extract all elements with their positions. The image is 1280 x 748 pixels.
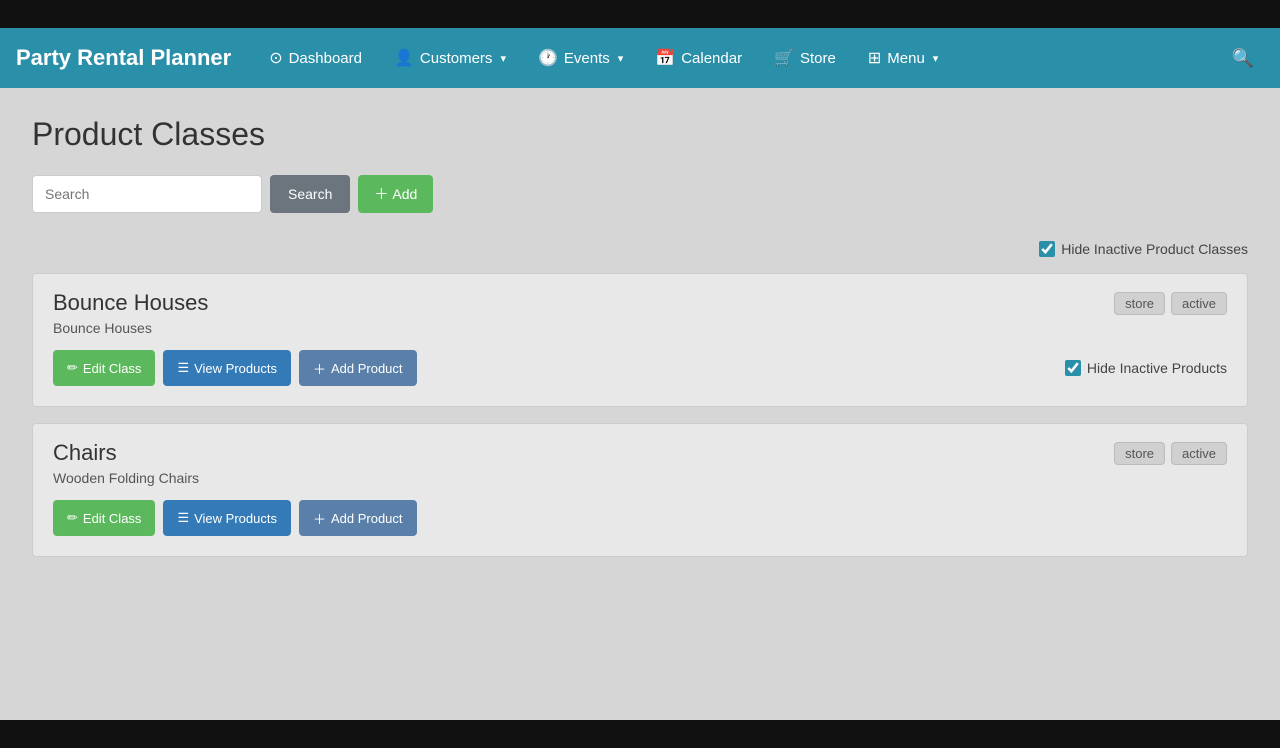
hide-inactive-classes-checkbox[interactable] <box>1039 241 1055 257</box>
nav-label-customers: Customers <box>420 50 493 67</box>
edit-label-chairs: Edit Class <box>83 511 142 526</box>
nav-label-menu: Menu <box>887 50 925 67</box>
badge-store-chairs: store <box>1114 442 1165 465</box>
product-class-card-chairs: Chairs store active Wooden Folding Chair… <box>32 423 1248 557</box>
search-bar: Search ＋ Add <box>32 175 1248 213</box>
store-icon: 🛒 <box>774 48 794 68</box>
edit-icon-chairs: ✏ <box>67 510 78 526</box>
top-bar <box>0 0 1280 28</box>
class-actions-bounce-houses: ✏ Edit Class ☰ View Products ＋ Add Produ… <box>53 350 1227 386</box>
menu-icon: ⊞ <box>868 48 881 68</box>
events-chevron-icon: ▾ <box>618 52 624 65</box>
class-header-chairs: Chairs store active <box>53 440 1227 466</box>
view-label: View Products <box>194 361 277 376</box>
nav-item-store[interactable]: 🛒 Store <box>760 40 850 76</box>
class-name-chairs: Chairs <box>53 440 117 466</box>
hide-inactive-classes-text: Hide Inactive Product Classes <box>1061 241 1248 257</box>
list-icon: ☰ <box>177 360 189 376</box>
product-class-card-bounce-houses: Bounce Houses store active Bounce Houses… <box>32 273 1248 407</box>
hide-inactive-products-checkbox-bounce-houses[interactable] <box>1065 360 1081 376</box>
customers-icon: 👤 <box>394 48 414 68</box>
bottom-bar <box>0 720 1280 748</box>
class-actions-chairs: ✏ Edit Class ☰ View Products ＋ Add Produ… <box>53 500 1227 536</box>
add-button[interactable]: ＋ Add <box>358 175 433 213</box>
search-nav-button[interactable]: 🔍 <box>1222 40 1264 77</box>
events-icon: 🕐 <box>538 48 558 68</box>
plus-icon: ＋ <box>374 184 388 204</box>
class-header-bounce-houses: Bounce Houses store active <box>53 290 1227 316</box>
nav-item-menu[interactable]: ⊞ Menu ▾ <box>854 40 952 76</box>
nav-item-customers[interactable]: 👤 Customers ▾ <box>380 40 520 76</box>
edit-icon: ✏ <box>67 360 78 376</box>
calendar-icon: 📅 <box>655 48 675 68</box>
class-badges-bounce-houses: store active <box>1114 292 1227 315</box>
class-desc-bounce-houses: Bounce Houses <box>53 320 1227 336</box>
dashboard-icon: ⊙ <box>269 48 282 68</box>
plus-prod-icon-chairs: ＋ <box>313 509 326 528</box>
add-product-button-bounce-houses[interactable]: ＋ Add Product <box>299 350 417 386</box>
view-products-button-chairs[interactable]: ☰ View Products <box>163 500 291 536</box>
navbar: Party Rental Planner ⊙ Dashboard 👤 Custo… <box>0 28 1280 88</box>
nav-item-calendar[interactable]: 📅 Calendar <box>641 40 756 76</box>
menu-chevron-icon: ▾ <box>933 52 939 65</box>
add-label: Add <box>392 186 417 202</box>
search-input[interactable] <box>32 175 262 213</box>
edit-label: Edit Class <box>83 361 142 376</box>
hide-inactive-classes-row: Hide Inactive Product Classes <box>32 241 1248 257</box>
nav-label-store: Store <box>800 50 836 67</box>
add-product-button-chairs[interactable]: ＋ Add Product <box>299 500 417 536</box>
navbar-brand: Party Rental Planner <box>16 45 231 71</box>
customers-chevron-icon: ▾ <box>500 52 506 65</box>
badge-active-bounce-houses: active <box>1171 292 1227 315</box>
class-badges-chairs: store active <box>1114 442 1227 465</box>
nav-item-dashboard[interactable]: ⊙ Dashboard <box>255 40 376 76</box>
class-desc-chairs: Wooden Folding Chairs <box>53 470 1227 486</box>
list-icon-chairs: ☰ <box>177 510 189 526</box>
hide-inactive-products-label-bounce-houses: Hide Inactive Products <box>1087 360 1227 376</box>
addprod-label: Add Product <box>331 361 403 376</box>
edit-class-button-bounce-houses[interactable]: ✏ Edit Class <box>53 350 155 386</box>
nav-label-events: Events <box>564 50 610 67</box>
hide-inactive-classes-label: Hide Inactive Product Classes <box>1039 241 1248 257</box>
page-title: Product Classes <box>32 116 1248 153</box>
view-products-button-bounce-houses[interactable]: ☰ View Products <box>163 350 291 386</box>
nav-label-calendar: Calendar <box>681 50 742 67</box>
badge-store-bounce-houses: store <box>1114 292 1165 315</box>
plus-prod-icon: ＋ <box>313 359 326 378</box>
main-content: Product Classes Search ＋ Add Hide Inacti… <box>0 88 1280 720</box>
view-label-chairs: View Products <box>194 511 277 526</box>
addprod-label-chairs: Add Product <box>331 511 403 526</box>
hide-inactive-products-row-bounce-houses: Hide Inactive Products <box>1065 360 1227 376</box>
class-name-bounce-houses: Bounce Houses <box>53 290 208 316</box>
badge-active-chairs: active <box>1171 442 1227 465</box>
nav-item-events[interactable]: 🕐 Events ▾ <box>524 40 637 76</box>
edit-class-button-chairs[interactable]: ✏ Edit Class <box>53 500 155 536</box>
search-button[interactable]: Search <box>270 175 350 213</box>
nav-label-dashboard: Dashboard <box>289 50 362 67</box>
